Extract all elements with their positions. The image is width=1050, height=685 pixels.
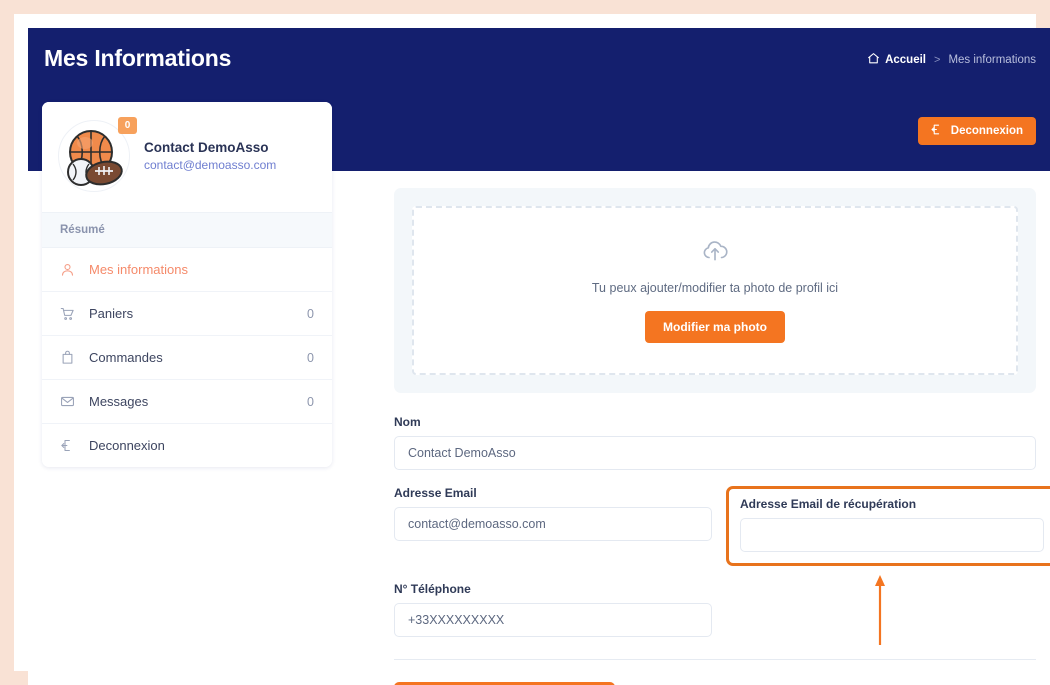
form-divider xyxy=(394,659,1036,660)
phone-input[interactable] xyxy=(394,603,712,637)
profile-text: Contact DemoAsso contact@demoasso.com xyxy=(144,140,276,172)
photo-upload-panel: Tu peux ajouter/modifier ta photo de pro… xyxy=(394,188,1036,393)
home-icon xyxy=(867,52,880,68)
sidebar-item-deconnexion[interactable]: Deconnexion xyxy=(42,424,332,467)
field-group-nom: Nom xyxy=(394,415,1036,470)
upload-hint-text: Tu peux ajouter/modifier ta photo de pro… xyxy=(424,281,1006,295)
profile-email: contact@demoasso.com xyxy=(144,158,276,172)
email-input[interactable] xyxy=(394,507,712,541)
email-label: Adresse Email xyxy=(394,486,712,500)
page-root: Mes Informations Accueil > Mes informati… xyxy=(28,28,1050,685)
main-content: Tu peux ajouter/modifier ta photo de pro… xyxy=(380,188,1050,685)
field-group-email: Adresse Email xyxy=(394,486,712,566)
logout-icon xyxy=(60,438,80,453)
recovery-email-input[interactable] xyxy=(740,518,1044,552)
header-logout-button[interactable]: Deconnexion xyxy=(918,117,1036,145)
cart-icon xyxy=(60,306,80,321)
user-icon xyxy=(60,262,80,277)
phone-label: N° Téléphone xyxy=(394,582,712,596)
modify-photo-button[interactable]: Modifier ma photo xyxy=(645,311,785,343)
envelope-icon xyxy=(60,394,80,409)
profile-card: 0 Contact DemoAsso contact@demoasso.com xyxy=(42,102,332,212)
avatar-badge: 0 xyxy=(118,117,137,134)
cloud-upload-icon xyxy=(424,238,1006,269)
photo-dropzone[interactable]: Tu peux ajouter/modifier ta photo de pro… xyxy=(412,206,1018,375)
breadcrumb: Accueil > Mes informations xyxy=(867,52,1036,68)
field-group-phone: N° Téléphone xyxy=(394,582,712,637)
avatar-wrapper: 0 xyxy=(58,120,130,192)
nom-input[interactable] xyxy=(394,436,1036,470)
sidebar-item-label: Deconnexion xyxy=(89,438,314,453)
sidebar-item-messages[interactable]: Messages 0 xyxy=(42,380,332,424)
breadcrumb-separator: > xyxy=(934,54,940,66)
field-row-phone: N° Téléphone xyxy=(394,582,1036,637)
page-title: Mes Informations xyxy=(44,45,231,72)
profile-name: Contact DemoAsso xyxy=(144,140,276,155)
sidebar-item-commandes[interactable]: Commandes 0 xyxy=(42,336,332,380)
recovery-email-label: Adresse Email de récupération xyxy=(740,497,1044,511)
sidebar-section-header: Résumé xyxy=(42,212,332,248)
breadcrumb-home-label: Accueil xyxy=(885,54,926,66)
sidebar-item-count: 0 xyxy=(307,351,314,365)
profile-form: Nom Adresse Email Adresse Email de récup… xyxy=(380,393,1050,685)
sidebar-item-paniers[interactable]: Paniers 0 xyxy=(42,292,332,336)
breadcrumb-current: Mes informations xyxy=(948,54,1036,66)
field-row-emails: Adresse Email Adresse Email de récupérat… xyxy=(394,486,1036,566)
header-logout-label: Deconnexion xyxy=(951,125,1023,137)
bag-icon xyxy=(60,350,80,365)
sidebar-item-label: Mes informations xyxy=(89,262,314,277)
sidebar-item-label: Messages xyxy=(89,394,307,409)
sidebar-item-count: 0 xyxy=(307,307,314,321)
field-group-recovery-email-highlighted: Adresse Email de récupération xyxy=(726,486,1050,566)
nom-label: Nom xyxy=(394,415,1036,429)
sidebar-item-mes-informations[interactable]: Mes informations xyxy=(42,248,332,292)
sidebar-item-label: Commandes xyxy=(89,350,307,365)
sidebar: 0 Contact DemoAsso contact@demoasso.com … xyxy=(42,102,332,467)
sidebar-item-label: Paniers xyxy=(89,306,307,321)
page-frame: Mes Informations Accueil > Mes informati… xyxy=(0,0,1050,685)
sidebar-item-count: 0 xyxy=(307,395,314,409)
breadcrumb-home-link[interactable]: Accueil xyxy=(867,52,926,68)
logout-icon xyxy=(931,123,944,139)
